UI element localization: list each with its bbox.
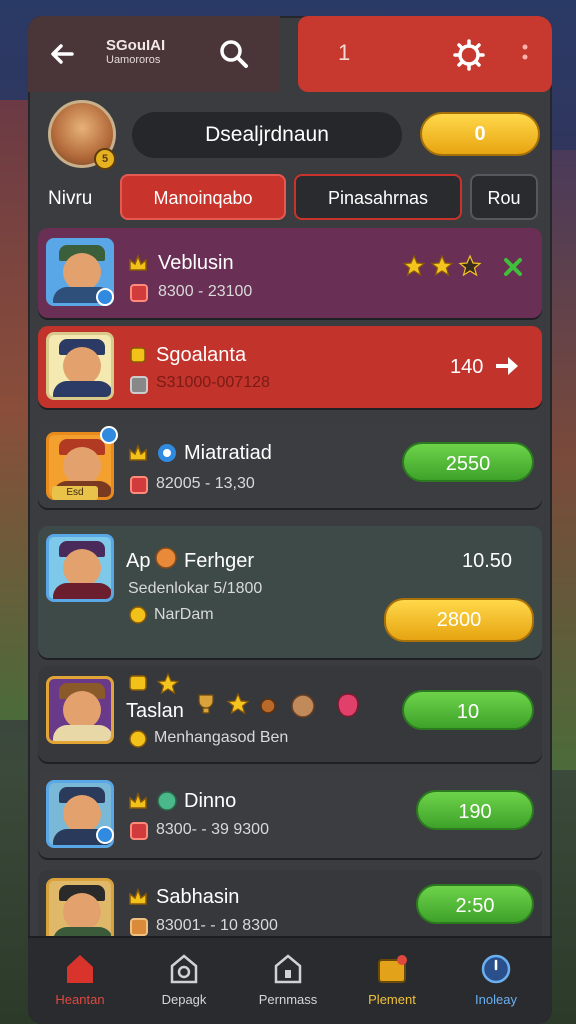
screen-title-main: SGouIAI — [106, 37, 166, 54]
player-portrait — [46, 534, 114, 602]
star-icon — [458, 254, 482, 277]
berry-icon — [337, 693, 359, 718]
star-icon — [430, 254, 454, 277]
nav-item-clock[interactable]: Inoleay — [444, 938, 548, 1024]
player-subtitle: Sedenlokar 5/1800 — [128, 580, 263, 597]
more-options-icon[interactable] — [520, 42, 530, 68]
rank-crown-icon — [129, 254, 147, 271]
rank-crown-icon — [129, 792, 147, 809]
player-value: 10.50 — [462, 550, 513, 572]
rank-shield-icon — [130, 347, 146, 363]
list-item[interactable]: Taslan Menhangasod Ben 10 — [38, 666, 542, 762]
player-level-badge: 5 — [94, 148, 116, 170]
gear-small-icon — [260, 698, 276, 714]
score-button[interactable]: 10 — [402, 690, 534, 730]
check-coin-icon — [129, 606, 147, 624]
nav-item-deck[interactable]: Depagk — [132, 938, 236, 1024]
coin-balance-button[interactable]: 0 — [420, 112, 540, 156]
player-name: Taslan — [126, 700, 184, 722]
home-icon — [67, 955, 93, 983]
info-badge-icon — [100, 426, 118, 444]
player-name: Dinno — [184, 790, 237, 812]
player-name: Veblusin — [158, 252, 234, 274]
score-button[interactable]: 2800 — [384, 598, 534, 642]
player-name: Dsealjrdnaun — [132, 112, 402, 158]
verified-icon — [96, 288, 114, 306]
clock-icon — [481, 954, 511, 984]
player-name: Sgoalanta — [156, 344, 247, 366]
target-icon — [158, 444, 176, 462]
player-portrait-label: Esd — [52, 486, 98, 500]
nav-label: Heantan — [55, 992, 105, 1007]
score-button[interactable]: 2:50 — [416, 884, 534, 924]
screen-title-sub: Uamororos — [106, 54, 161, 66]
gem-icon — [130, 822, 148, 840]
player-score-range: 82005 - 13,30 — [156, 475, 255, 492]
house-icon — [274, 954, 302, 984]
screen-title: SGouIAI Uamororos — [106, 37, 206, 67]
pet-icon — [291, 694, 315, 718]
gem-icon — [130, 376, 148, 394]
rank-badge-icon — [129, 675, 147, 691]
deck-icon — [170, 954, 198, 984]
player-name: Sabhasin — [156, 886, 240, 908]
gem-icon — [130, 476, 148, 494]
top-bar: SGouIAI Uamororos 1 — [28, 16, 552, 92]
share-arrow-icon[interactable] — [494, 354, 520, 378]
tab-pinasahrnas[interactable]: Pinasahrnas — [294, 174, 462, 220]
star-icon — [156, 672, 180, 695]
player-detail: NarDam — [154, 606, 214, 623]
trophy-icon — [198, 694, 214, 714]
chest-icon — [378, 955, 407, 983]
tab-manoinqabo[interactable]: Manoinqabo — [120, 174, 286, 220]
nav-label: Inoleay — [475, 992, 517, 1007]
player-score-range: S31000-007128 — [156, 374, 270, 391]
score-button[interactable]: 2550 — [402, 442, 534, 482]
rank-crown-icon — [129, 888, 147, 905]
nav-label: Depagk — [161, 992, 207, 1007]
top-bar-left: SGouIAI Uamororos — [28, 16, 280, 92]
leaderboard-panel: SGouIAI Uamororos 1 5 Dsealjrdnaun 0 Niv… — [28, 16, 552, 1024]
gem-icon — [130, 918, 148, 936]
close-icon[interactable] — [502, 256, 524, 278]
nav-item-house[interactable]: Pernmass — [236, 938, 340, 1024]
player-value: 140 — [450, 356, 484, 378]
list-item[interactable]: Sgoalanta S31000-007128 140 — [38, 326, 542, 408]
player-portrait — [46, 676, 114, 744]
notification-count: 1 — [338, 40, 351, 65]
nav-label: Pernmass — [258, 992, 318, 1007]
nav-label: Plement — [368, 992, 416, 1007]
verified-icon — [96, 826, 114, 844]
list-item[interactable]: Ap Ferhger 10.50 Sedenlokar 5/1800 NarDa… — [38, 526, 542, 658]
list-item[interactable]: Esd Miatratiad 82005 - 13,30 2550 — [38, 424, 542, 508]
star-icon — [402, 254, 426, 277]
nav-item-home[interactable]: Heantan — [28, 938, 132, 1024]
orb-icon — [157, 791, 177, 811]
list-item[interactable]: Dinno 8300- - 39 9300 190 — [38, 772, 542, 858]
player-subtitle: Menhangasod Ben — [154, 729, 289, 746]
tab-rou[interactable]: Rou — [470, 174, 538, 220]
back-arrow-icon[interactable] — [46, 38, 78, 70]
gear-icon[interactable] — [452, 38, 486, 72]
player-name: Ferhger — [184, 550, 255, 572]
nav-item-chest[interactable]: Plement — [340, 938, 444, 1024]
coin-icon — [129, 730, 147, 748]
tabs-label: Nivru — [48, 188, 93, 209]
player-score-range: 8300- - 39 9300 — [156, 821, 269, 838]
score-button[interactable]: 190 — [416, 790, 534, 830]
player-name: Miatratiad — [184, 442, 272, 464]
player-score-range: 83001- - 10 8300 — [156, 917, 278, 934]
player-portrait — [46, 332, 114, 400]
player-name-prefix: Ap — [126, 550, 151, 572]
list-item[interactable]: Veblusin 8300 - 23100 — [38, 228, 542, 318]
badge-medal-icon — [155, 547, 177, 569]
bottom-nav: Heantan Depagk Pernmass Plement Inoleay — [28, 936, 552, 1024]
star-icon — [226, 692, 250, 715]
rank-crown-icon — [129, 444, 147, 461]
search-icon[interactable] — [218, 38, 250, 70]
player-score-range: 8300 - 23100 — [158, 283, 253, 300]
top-bar-right: 1 — [298, 16, 552, 92]
gem-icon — [130, 284, 148, 302]
